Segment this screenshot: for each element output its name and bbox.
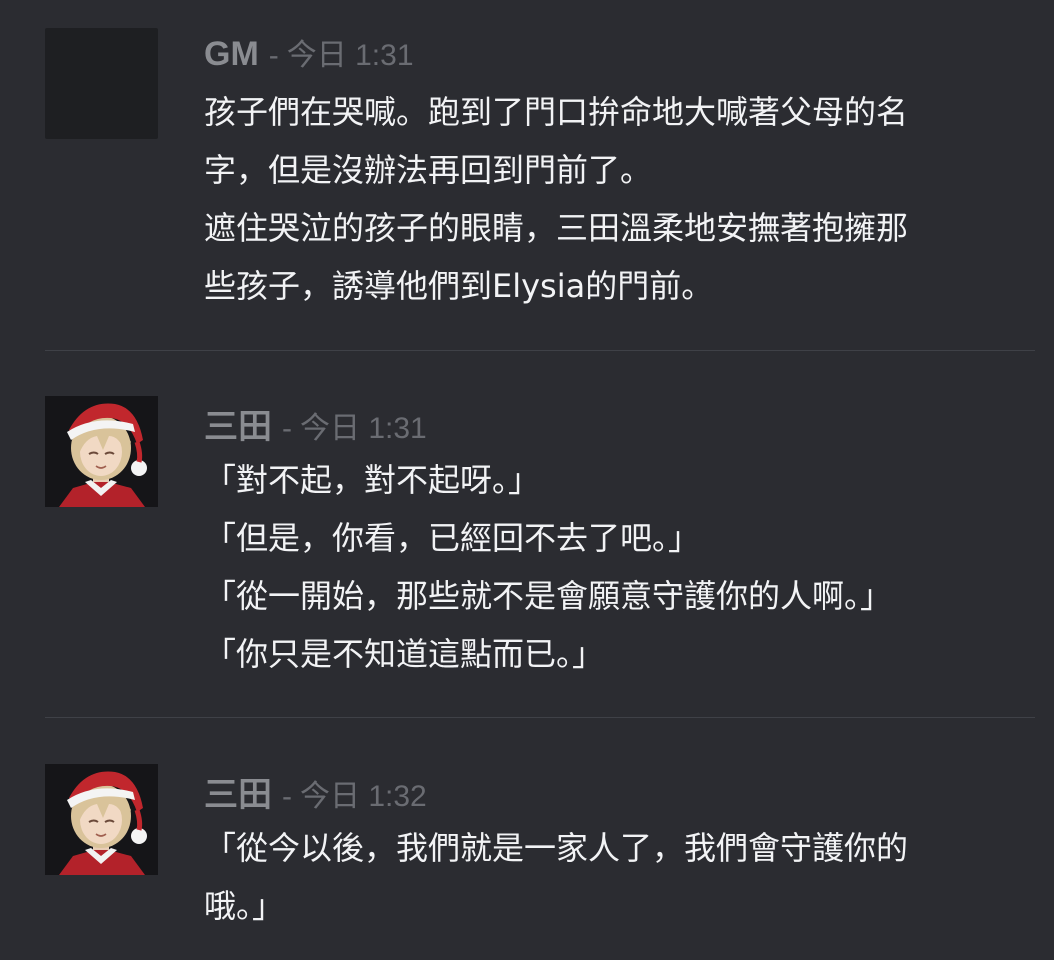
santa-hat-character-icon <box>45 764 158 875</box>
avatar[interactable] <box>45 764 158 875</box>
message-line: 「你只是不知道這點而已。」 <box>204 635 605 673</box>
message-line: 「從一開始，那些就不是會願意守護你的人啊。」 <box>204 577 893 615</box>
message-meta: - 今日 1:31 <box>269 30 414 74</box>
avatar[interactable] <box>45 396 158 507</box>
message-divider <box>45 350 1035 351</box>
timestamp: 今日 1:31 <box>286 39 414 72</box>
message-line: 「但是，你看，已經回不去了吧。」 <box>204 519 701 557</box>
header-separator: - <box>268 39 279 72</box>
message-line: 字，但是沒辦法再回到門前了。 <box>204 151 653 189</box>
message-line: 哦。」 <box>204 887 285 925</box>
message-meta: - 今日 1:32 <box>282 771 427 815</box>
timestamp: 今日 1:32 <box>300 780 427 813</box>
message-body: 孩子們在哭喊。跑到了門口拚命地大喊著父母的名 字，但是沒辦法再回到門前了。 遮住… <box>204 83 1044 315</box>
message-body: 「從今以後，我們就是一家人了，我們會守護你的 哦。」 <box>204 819 1044 935</box>
message-line: 孩子們在哭喊。跑到了門口拚命地大喊著父母的名 <box>204 93 909 131</box>
timestamp: 今日 1:31 <box>300 412 427 445</box>
message-line: 些孩子，誘導他們到Elysia的門前。 <box>204 267 714 305</box>
message-body: 「對不起，對不起呀。」 「但是，你看，已經回不去了吧。」 「從一開始，那些就不是… <box>204 451 1044 683</box>
message-line: 「對不起，對不起呀。」 <box>204 461 541 499</box>
message-header: 三田 - 今日 1:31 <box>204 399 427 446</box>
username[interactable]: 三田 <box>204 399 272 448</box>
header-separator: - <box>282 780 292 813</box>
message-meta: - 今日 1:31 <box>282 403 427 447</box>
message-line: 遮住哭泣的孩子的眼睛，三田溫柔地安撫著抱擁那 <box>204 209 909 247</box>
username[interactable]: 三田 <box>204 767 272 816</box>
message-line: 「從今以後，我們就是一家人了，我們會守護你的 <box>204 829 909 867</box>
message-divider <box>45 717 1035 718</box>
header-separator: - <box>282 412 292 445</box>
santa-hat-character-icon <box>45 396 158 507</box>
message-header: 三田 - 今日 1:32 <box>204 767 427 814</box>
avatar[interactable] <box>45 28 158 139</box>
message-header: GM - 今日 1:31 <box>204 30 414 74</box>
username[interactable]: GM <box>204 35 259 74</box>
